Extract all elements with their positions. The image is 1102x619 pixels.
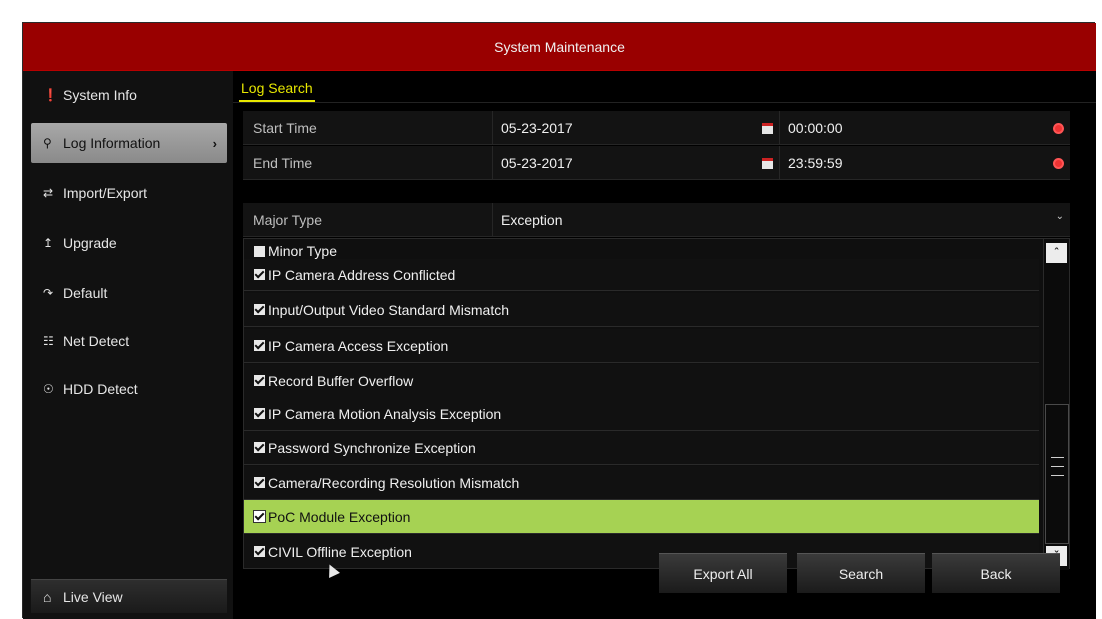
- start-date-field[interactable]: 05-23-2017: [493, 111, 780, 144]
- list-item[interactable]: Record Buffer Overflow: [244, 364, 1039, 398]
- sidebar-item-log-information[interactable]: ⚲ Log Information ›: [31, 123, 227, 163]
- major-type-select[interactable]: Exception ⌄: [493, 203, 1070, 236]
- chevron-down-icon: ⌄: [1055, 211, 1064, 222]
- major-type-value: Exception: [501, 211, 563, 228]
- scrollbar[interactable]: ˆ ˇ: [1043, 239, 1069, 570]
- checkbox[interactable]: [254, 442, 265, 453]
- import-export-icon: ⇄: [43, 186, 54, 200]
- clock-icon[interactable]: [1053, 121, 1064, 137]
- clock-icon[interactable]: [1053, 156, 1064, 172]
- tab-strip: Log Search: [233, 71, 1096, 103]
- list-item[interactable]: IP Camera Address Conflicted: [244, 259, 1039, 291]
- sidebar-item-label: Upgrade: [63, 235, 117, 251]
- sidebar-item-import-export[interactable]: ⇄ Import/Export: [31, 173, 227, 213]
- chevron-right-icon: ›: [212, 135, 217, 151]
- sidebar-item-label: System Info: [63, 87, 137, 103]
- tab-log-search[interactable]: Log Search: [239, 80, 315, 102]
- scroll-up-button[interactable]: ˆ: [1046, 243, 1067, 263]
- list-item-label: CIVIL Offline Exception: [268, 543, 412, 560]
- sidebar-item-label: HDD Detect: [63, 381, 138, 397]
- list-item[interactable]: IP Camera Motion Analysis Exception: [244, 397, 1039, 431]
- list-item[interactable]: Input/Output Video Standard Mismatch: [244, 293, 1039, 327]
- minor-type-header[interactable]: Minor Type: [254, 243, 337, 259]
- live-view-label: Live View: [63, 588, 123, 605]
- home-icon: ⌂: [43, 588, 52, 605]
- sidebar: ❗ System Info ⚲ Log Information › ⇄ Impo…: [23, 71, 233, 619]
- list-item-label: Camera/Recording Resolution Mismatch: [268, 474, 520, 491]
- export-all-button[interactable]: Export All: [659, 553, 787, 593]
- start-time-value: 00:00:00: [788, 119, 843, 136]
- log-search-icon: ⚲: [43, 136, 52, 150]
- list-item[interactable]: Camera/Recording Resolution Mismatch: [244, 466, 1039, 500]
- end-date-value: 05-23-2017: [501, 154, 573, 171]
- list-item-label: IP Camera Address Conflicted: [268, 266, 456, 283]
- list-item[interactable]: IP Camera Access Exception: [244, 329, 1039, 363]
- sidebar-item-net-detect[interactable]: ☷ Net Detect: [31, 321, 227, 361]
- minor-type-list: Minor Type IP Camera Address Conflicted …: [243, 238, 1070, 570]
- back-button[interactable]: Back: [932, 553, 1060, 593]
- checkbox[interactable]: [254, 546, 265, 557]
- live-view-button[interactable]: ⌂ Live View: [31, 579, 227, 613]
- list-item-label: Record Buffer Overflow: [268, 372, 414, 389]
- end-time-field[interactable]: 23:59:59: [780, 146, 1070, 179]
- checkbox[interactable]: [254, 340, 265, 351]
- end-time-row: End Time 05-23-2017 23:59:59: [243, 146, 1070, 180]
- main-panel: Log Search Start Time 05-23-2017 00:00:0…: [233, 71, 1096, 619]
- end-date-field[interactable]: 05-23-2017: [493, 146, 780, 179]
- sidebar-item-label: Log Information: [63, 135, 161, 151]
- sidebar-item-label: Net Detect: [63, 333, 130, 349]
- checkbox[interactable]: [254, 408, 265, 419]
- list-item-selected[interactable]: PoC Module Exception: [244, 500, 1039, 534]
- sidebar-item-label: Import/Export: [63, 185, 148, 201]
- start-time-row: Start Time 05-23-2017 00:00:00: [243, 111, 1070, 145]
- end-time-value: 23:59:59: [788, 154, 843, 171]
- upgrade-icon: ↥: [43, 236, 54, 250]
- sidebar-item-hdd-detect[interactable]: ☉ HDD Detect: [31, 369, 227, 409]
- checkbox[interactable]: [254, 477, 265, 488]
- checkbox[interactable]: [254, 304, 265, 315]
- major-type-row: Major Type Exception ⌄: [243, 203, 1070, 237]
- sidebar-item-default[interactable]: ↷ Default: [31, 273, 227, 313]
- list-item-label: PoC Module Exception: [268, 508, 411, 525]
- start-time-label: Start Time: [243, 111, 493, 144]
- checkbox[interactable]: [254, 375, 265, 386]
- end-time-label: End Time: [243, 146, 493, 179]
- hdd-icon: ☉: [43, 382, 54, 396]
- sidebar-item-label: Default: [63, 285, 108, 301]
- list-item-label: IP Camera Motion Analysis Exception: [268, 405, 502, 422]
- search-button[interactable]: Search: [797, 553, 925, 593]
- list-item[interactable]: Password Synchronize Exception: [244, 431, 1039, 465]
- list-item-label: Input/Output Video Standard Mismatch: [268, 301, 509, 318]
- list-item-label: Password Synchronize Exception: [268, 439, 476, 456]
- checkbox[interactable]: [254, 269, 265, 280]
- sidebar-item-upgrade[interactable]: ↥ Upgrade: [31, 223, 227, 263]
- checkbox[interactable]: [253, 510, 266, 523]
- calendar-icon[interactable]: [762, 156, 773, 172]
- start-date-value: 05-23-2017: [501, 119, 573, 136]
- minor-type-label: Minor Type: [268, 243, 337, 259]
- network-icon: ☷: [43, 334, 54, 348]
- sidebar-item-system-info[interactable]: ❗ System Info: [31, 75, 227, 115]
- default-icon: ↷: [43, 286, 54, 300]
- scrollbar-thumb[interactable]: [1045, 404, 1069, 544]
- list-item-label: IP Camera Access Exception: [268, 337, 449, 354]
- start-time-field[interactable]: 00:00:00: [780, 111, 1070, 144]
- system-maintenance-window: System Maintenance ❗ System Info ⚲ Log I…: [22, 22, 1096, 619]
- minor-type-checkbox[interactable]: [254, 245, 265, 257]
- major-type-label: Major Type: [243, 203, 493, 236]
- window-title: System Maintenance: [23, 23, 1096, 71]
- info-icon: ❗: [43, 88, 58, 102]
- calendar-icon[interactable]: [762, 121, 773, 137]
